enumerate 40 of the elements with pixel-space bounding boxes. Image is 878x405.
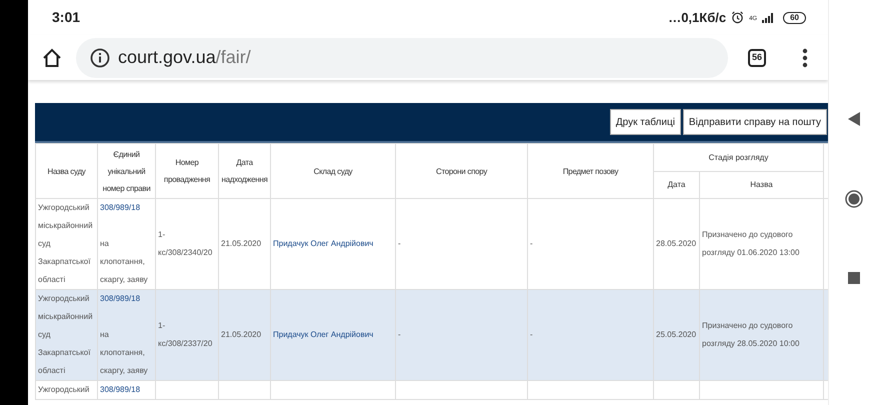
tab-count-button[interactable]: 56 <box>748 48 766 66</box>
parties-text: - <box>398 330 401 339</box>
status-time: 3:01 <box>52 8 80 27</box>
back-icon[interactable] <box>848 112 860 126</box>
column-header: Назва суду <box>36 144 98 198</box>
stage-name: Призначено до судового розгляду 01.06.2020 13:00 <box>702 230 800 257</box>
case-number-link[interactable]: 308/989/18 <box>100 199 153 217</box>
toolbar-button[interactable]: Друк таблиці <box>610 109 681 135</box>
menu-icon[interactable] <box>802 48 808 68</box>
proceeding-number: 1-кс/308/2337/20 <box>158 321 212 348</box>
judge-name: Придачук Олег Андрійович <box>273 330 374 339</box>
recents-square-icon[interactable] <box>848 272 860 284</box>
subject-text: - <box>530 239 533 248</box>
signal-icon <box>762 12 774 22</box>
url-text: court.gov.ua/fair/ <box>118 46 251 69</box>
case-category: на клопотання, скаргу, заяву <box>100 238 149 286</box>
battery-indicator: 60 <box>783 12 806 24</box>
alarm-clock-icon <box>731 11 744 24</box>
received-date: 21.05.2020 <box>221 330 262 339</box>
received-date: 21.05.2020 <box>221 239 262 248</box>
stage-date: 28.05.2020 <box>656 239 696 248</box>
case-category: на клопотання, скаргу, заяву <box>100 329 149 377</box>
column-header: Стадія розгляду <box>654 144 824 172</box>
judge-name: Придачук Олег Андрійович <box>273 239 374 248</box>
parties-text: - <box>398 239 401 248</box>
info-icon[interactable] <box>90 48 110 68</box>
address-bar[interactable]: court.gov.ua/fair/ <box>76 38 728 78</box>
case-number-link[interactable]: 308/989/18 <box>100 290 153 308</box>
stage-date: 25.05.2020 <box>656 330 696 339</box>
home-icon[interactable] <box>42 48 62 68</box>
proceeding-number: 1-кс/308/2340/20 <box>158 230 212 257</box>
table-row[interactable]: Ужгородський 308/989/18 <box>36 380 828 400</box>
subject-text: - <box>530 330 533 339</box>
court-name: Ужгородський міськрайонний суд Закарпатської області <box>38 294 93 375</box>
home-circle-icon[interactable] <box>844 190 862 208</box>
court-name: Ужгородський <box>38 385 90 394</box>
network-speed: …0,1Кб/с <box>668 8 726 27</box>
stage-name: Призначено до судового розгляду 28.05.2020 10:00 <box>702 321 800 348</box>
toolbar-button[interactable]: Відправити справу на пошту <box>682 109 827 135</box>
court-name: Ужгородський міськрайонний суд Закарпатської області <box>38 203 93 284</box>
